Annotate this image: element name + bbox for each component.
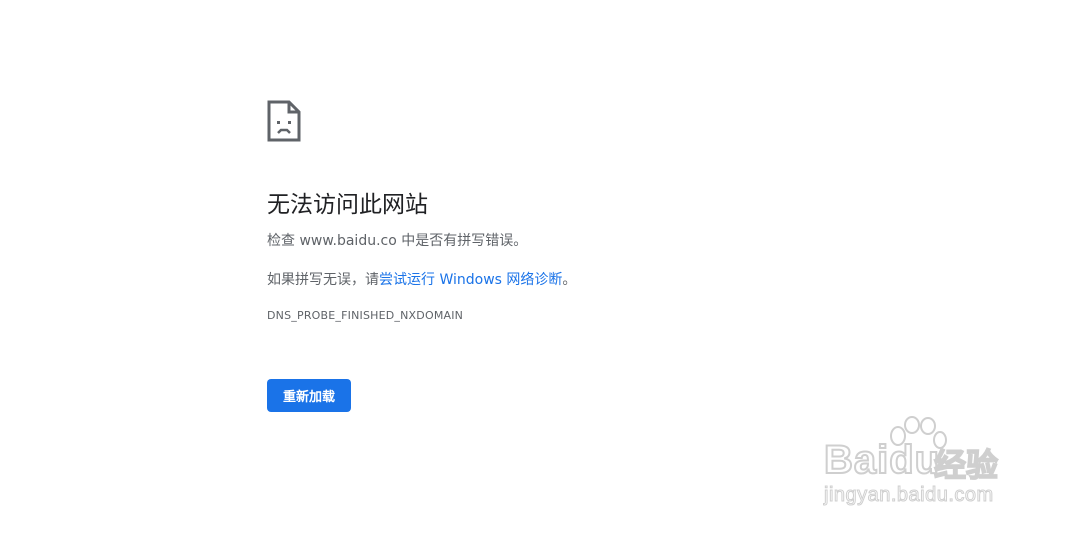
typed-domain: www.baidu.co: [299, 233, 397, 249]
page-title: 无法访问此网站: [267, 192, 428, 218]
error-page: 无法访问此网站 检查 www.baidu.co 中是否有拼写错误。 如果拼写无误…: [267, 100, 967, 412]
reload-button[interactable]: 重新加载: [267, 379, 351, 412]
watermark-url: jingyan.baidu.com: [824, 484, 994, 507]
spelling-hint: 检查 www.baidu.co 中是否有拼写错误。: [267, 231, 967, 251]
diagnostics-prefix: 如果拼写无误，请: [267, 272, 379, 288]
watermark-product-text: 经验: [933, 446, 999, 484]
spelling-hint-suffix: 中是否有拼写错误。: [396, 233, 528, 249]
spelling-hint-prefix: 检查: [267, 233, 300, 249]
baidu-jingyan-watermark: Baidu 经验 jingyan.baidu.com: [822, 416, 1022, 516]
sad-document-icon: [267, 100, 301, 142]
run-diagnostics-link[interactable]: 尝试运行 Windows 网络诊断: [379, 272, 562, 288]
error-code: DNS_PROBE_FINISHED_NXDOMAIN: [267, 309, 464, 322]
watermark-logo-text: Baidu: [823, 437, 941, 483]
diagnostics-suffix: 。: [562, 272, 577, 288]
diagnostics-suggestion: 如果拼写无误，请尝试运行 Windows 网络诊断。: [267, 270, 967, 290]
